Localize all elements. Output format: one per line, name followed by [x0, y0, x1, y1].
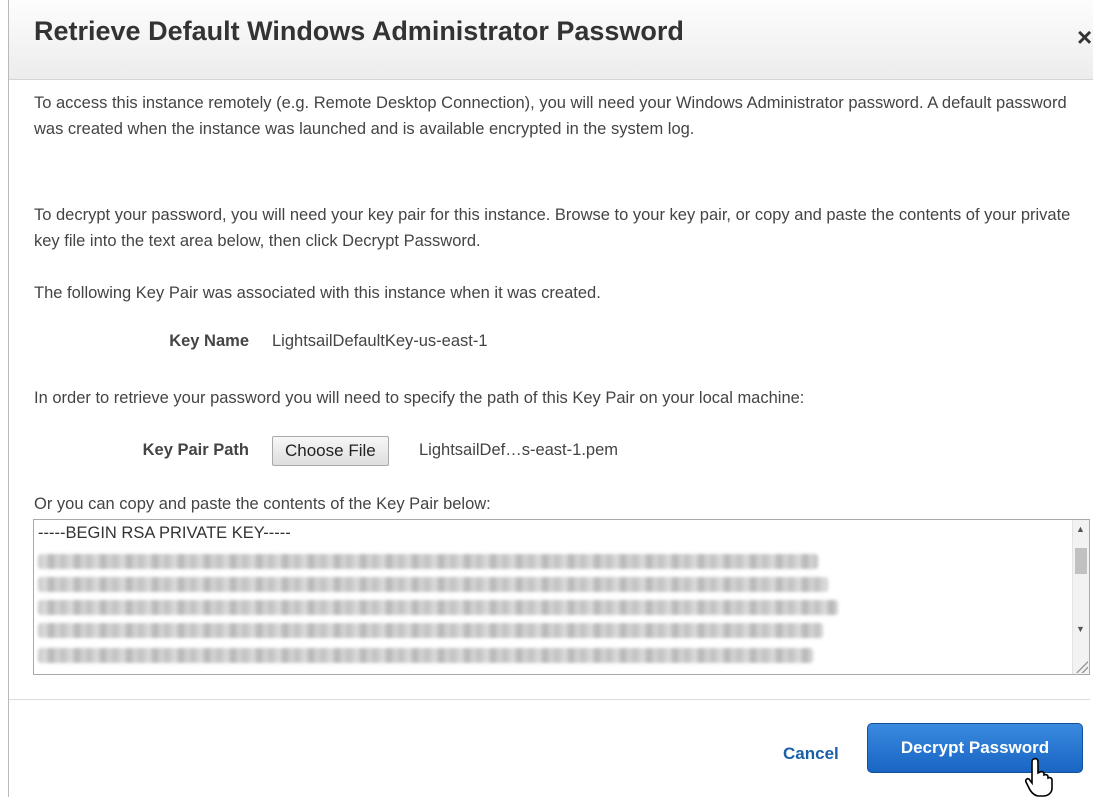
- private-key-textarea[interactable]: -----BEGIN RSA PRIVATE KEY----- ▲ ▼: [33, 519, 1090, 675]
- textarea-scrollbar[interactable]: ▲ ▼: [1072, 520, 1089, 674]
- blurred-key-line: [38, 577, 828, 592]
- retrieve-password-dialog: Retrieve Default Windows Administrator P…: [8, 0, 1093, 797]
- paste-key-instructions: Or you can copy and paste the contents o…: [34, 495, 491, 513]
- blurred-key-line: [38, 600, 838, 615]
- key-pair-path-instructions: In order to retrieve your password you w…: [34, 389, 805, 407]
- blurred-key-line: [38, 648, 813, 663]
- key-pair-path-label: Key Pair Path: [142, 441, 249, 459]
- blurred-key-line: [38, 623, 823, 638]
- selected-file-name: LightsailDef…s-east-1.pem: [419, 441, 618, 459]
- decrypt-instructions: To decrypt your password, you will need …: [34, 206, 1071, 250]
- key-name-value: LightsailDefaultKey-us-east-1: [272, 332, 488, 350]
- key-begin-line: -----BEGIN RSA PRIVATE KEY-----: [38, 524, 291, 542]
- cancel-link[interactable]: Cancel: [783, 744, 839, 764]
- key-name-label: Key Name: [169, 332, 249, 350]
- dialog-title: Retrieve Default Windows Administrator P…: [34, 16, 684, 46]
- footer-divider: [9, 699, 1090, 700]
- hand-pointer-icon: [1024, 757, 1053, 797]
- intro-paragraph: To access this instance remotely (e.g. R…: [34, 94, 1067, 138]
- blurred-key-line: [38, 554, 818, 569]
- key-pair-note: The following Key Pair was associated wi…: [34, 284, 601, 302]
- close-icon[interactable]: ×: [1077, 22, 1092, 53]
- scroll-up-arrow-icon[interactable]: ▲: [1076, 524, 1085, 534]
- dialog-header: Retrieve Default Windows Administrator P…: [9, 0, 1093, 80]
- scroll-down-arrow-icon[interactable]: ▼: [1076, 624, 1085, 634]
- scroll-thumb[interactable]: [1075, 548, 1087, 574]
- choose-file-button[interactable]: Choose File: [272, 436, 389, 466]
- resize-grip-icon[interactable]: [1076, 661, 1088, 673]
